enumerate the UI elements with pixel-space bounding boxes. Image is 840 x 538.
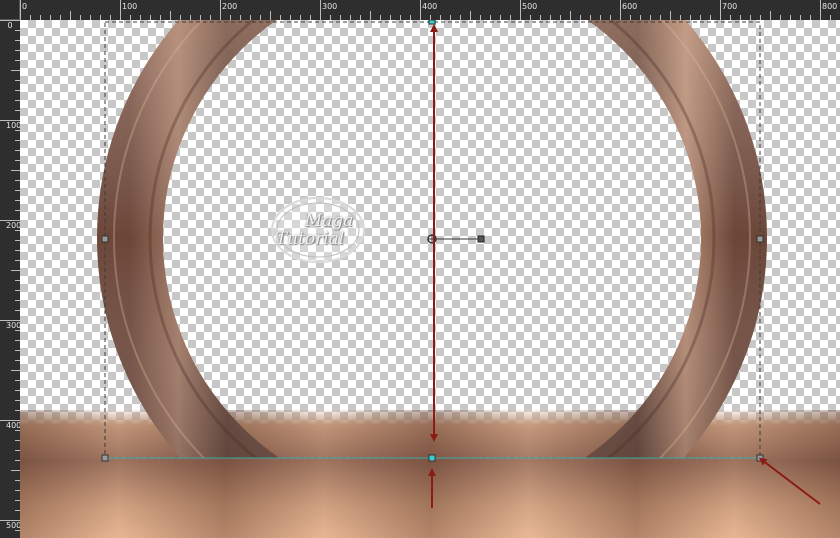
image-editor-viewport: 0 100 200 300 400 500 600 700 800 0 100 … — [0, 0, 840, 538]
ruler-label-700: 700 — [722, 2, 738, 11]
handle-middle-right[interactable] — [756, 235, 764, 243]
ruler-label-v-200: 200 — [6, 221, 20, 230]
ruler-label-500: 500 — [522, 2, 538, 11]
ruler-label-400: 400 — [422, 2, 438, 11]
handle-bottom-left[interactable] — [101, 454, 109, 462]
ruler-label-v-0: 0 — [7, 21, 13, 30]
vertical-ruler[interactable]: 0 100 200 300 400 500 — [0, 20, 20, 538]
ruler-label-300: 300 — [322, 2, 338, 11]
ruler-label-600: 600 — [622, 2, 638, 11]
ruler-label-v-300: 300 — [6, 321, 20, 330]
ruler-label-100: 100 — [122, 2, 138, 11]
ruler-label-800: 800 — [822, 2, 838, 11]
rotation-handle[interactable] — [477, 235, 485, 243]
ruler-label-v-100: 100 — [6, 121, 20, 130]
handle-bottom-center[interactable] — [428, 454, 436, 462]
handle-middle-left[interactable] — [101, 235, 109, 243]
image-canvas[interactable]: Maga Tutorial — [20, 20, 840, 538]
arrow-icon — [758, 457, 821, 505]
vertical-ruler-ticks — [0, 20, 20, 531]
ruler-label-0: 0 — [22, 2, 28, 11]
selection-overlay — [101, 20, 821, 508]
ruler-label-200: 200 — [222, 2, 238, 11]
handle-top-center[interactable] — [428, 20, 436, 25]
ruler-label-v-500: 500 — [6, 521, 20, 530]
ruler-label-v-400: 400 — [6, 421, 20, 430]
ruler-corner — [0, 0, 20, 20]
horizontal-ruler[interactable]: 0 100 200 300 400 500 600 700 800 — [20, 0, 840, 20]
